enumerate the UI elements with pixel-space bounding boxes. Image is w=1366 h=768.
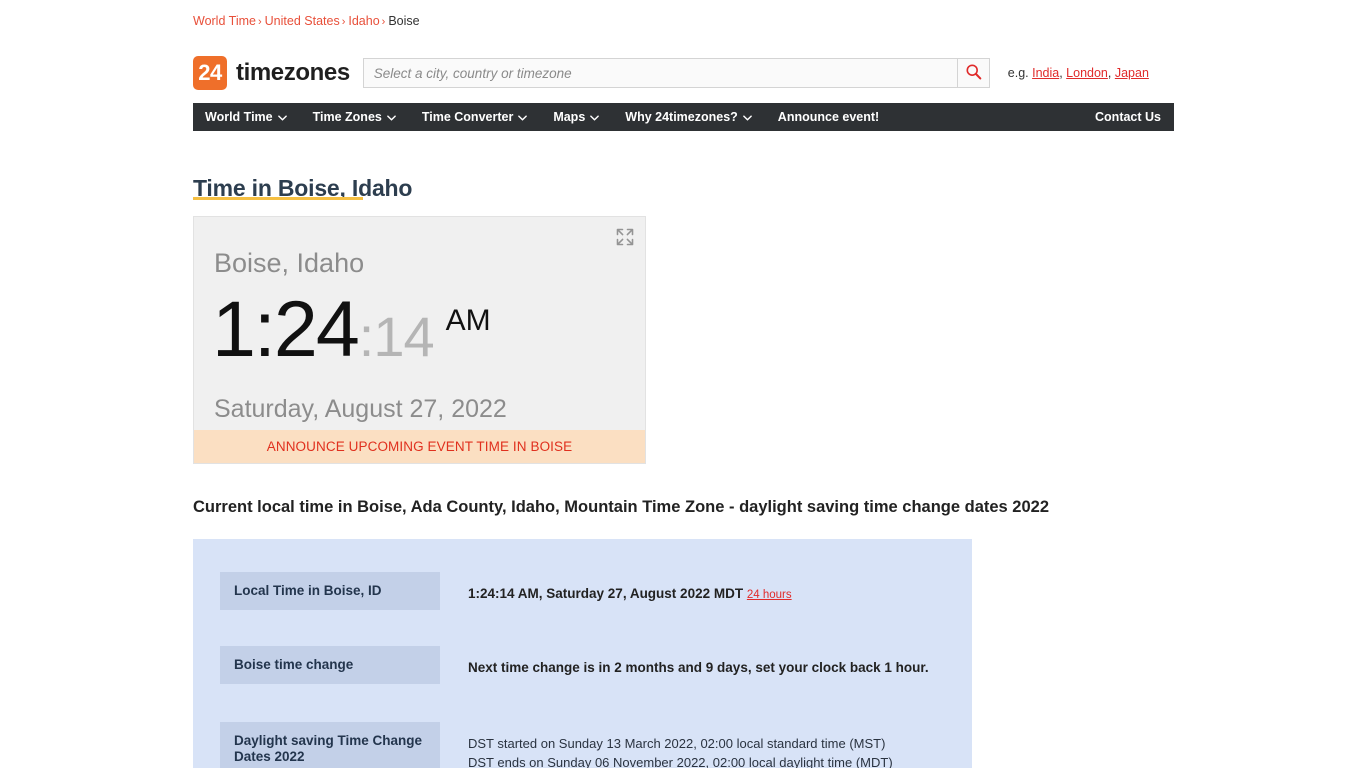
clock-card: Boise, Idaho 1:24 :14 AM Saturday, Augus…	[193, 216, 646, 464]
breadcrumb-item-idaho[interactable]: Idaho	[348, 14, 379, 28]
breadcrumb-item-boise: Boise	[388, 14, 420, 28]
chevron-down-icon	[742, 110, 752, 124]
nav-label: Contact Us	[1095, 110, 1161, 124]
nav-label: World Time	[205, 110, 273, 124]
section-subheading: Current local time in Boise, Ada County,…	[193, 497, 1050, 516]
search-input[interactable]	[363, 59, 957, 87]
info-label-local-time: Local Time in Boise, ID	[220, 572, 440, 610]
nav-item-maps[interactable]: Maps	[540, 103, 612, 131]
nav-label: Announce event!	[777, 110, 880, 124]
nav-item-time-converter[interactable]: Time Converter	[409, 103, 540, 131]
main-navigation: World Time Time Zones Time Converter Map…	[193, 103, 1174, 131]
example-link-india[interactable]: India	[1032, 66, 1059, 80]
nav-label: Why 24timezones?	[625, 110, 738, 124]
nav-item-why-24timezones[interactable]: Why 24timezones?	[612, 103, 765, 131]
example-link-japan[interactable]: Japan	[1115, 66, 1149, 80]
info-row-time-change: Boise time change Next time change is in…	[193, 646, 972, 684]
expand-icon[interactable]	[614, 226, 636, 248]
breadcrumb-separator: ›	[341, 16, 346, 28]
search-button[interactable]	[956, 59, 989, 87]
page-root: World Time › United States › Idaho › Boise 24 …	[0, 0, 1366, 768]
info-row-dst-dates: Daylight saving Time Change Dates 2022 D…	[193, 722, 972, 768]
clock-seconds: :14	[358, 305, 435, 368]
nav-item-world-time[interactable]: World Time	[193, 103, 300, 131]
info-value-dst-dates: DST started on Sunday 13 March 2022, 02:…	[440, 722, 972, 768]
logo-text-timezones: timezones	[236, 59, 350, 86]
title-underline-rule	[193, 197, 363, 200]
clock-date: Saturday, August 27, 2022	[214, 395, 507, 423]
nav-item-announce-event[interactable]: Announce event!	[765, 103, 892, 131]
local-time-text: 1:24:14 AM, Saturday 27, August 2022 MDT	[468, 586, 744, 601]
chevron-down-icon	[518, 110, 528, 124]
nav-label: Time Zones	[312, 110, 382, 124]
breadcrumb: World Time › United States › Idaho › Boise	[193, 14, 420, 28]
site-header: 24 timezones e.g. India, London, Japan	[193, 55, 1174, 91]
examples-prefix: e.g.	[1007, 66, 1029, 80]
dst-start-line: DST started on Sunday 13 March 2022, 02:…	[468, 736, 886, 751]
info-label-dst-dates: Daylight saving Time Change Dates 2022	[220, 722, 440, 768]
dst-end-line: DST ends on Sunday 06 November 2022, 02:…	[468, 755, 893, 768]
info-value-local-time: 1:24:14 AM, Saturday 27, August 2022 MDT…	[440, 572, 972, 605]
nav-label: Time Converter	[421, 110, 514, 124]
site-logo[interactable]: 24 timezones	[193, 56, 350, 90]
search-icon	[965, 63, 982, 83]
info-label-time-change: Boise time change	[220, 646, 440, 684]
breadcrumb-separator: ›	[257, 16, 262, 28]
nav-label: Maps	[553, 110, 586, 124]
clock-ampm: AM	[445, 304, 491, 337]
example-link-london[interactable]: London	[1066, 66, 1108, 80]
breadcrumb-item-united-states[interactable]: United States	[265, 14, 340, 28]
chevron-down-icon	[387, 110, 396, 124]
info-row-local-time: Local Time in Boise, ID 1:24:14 AM, Satu…	[193, 572, 972, 610]
clock-time: 1:24 :14 AM	[212, 289, 491, 368]
time-info-panel: Local Time in Boise, ID 1:24:14 AM, Satu…	[193, 539, 972, 768]
breadcrumb-item-world-time[interactable]: World Time	[193, 14, 256, 28]
nav-item-time-zones[interactable]: Time Zones	[300, 103, 409, 131]
announce-event-button[interactable]: ANNOUNCE UPCOMING EVENT TIME IN BOISE	[194, 430, 645, 463]
info-value-time-change: Next time change is in 2 months and 9 da…	[468, 660, 929, 675]
chevron-down-icon	[277, 110, 287, 124]
chevron-down-icon	[590, 110, 600, 124]
nav-item-contact-us[interactable]: Contact Us	[1082, 103, 1174, 131]
breadcrumb-separator: ›	[381, 16, 386, 28]
logo-badge-24: 24	[193, 56, 227, 90]
clock-city-label: Boise, Idaho	[214, 248, 365, 278]
clock-hours-minutes: 1:24	[212, 284, 360, 373]
toggle-24-hours-link[interactable]: 24 hours	[747, 589, 792, 601]
search-bar	[362, 58, 990, 88]
search-examples: e.g. India, London, Japan	[1007, 66, 1149, 80]
